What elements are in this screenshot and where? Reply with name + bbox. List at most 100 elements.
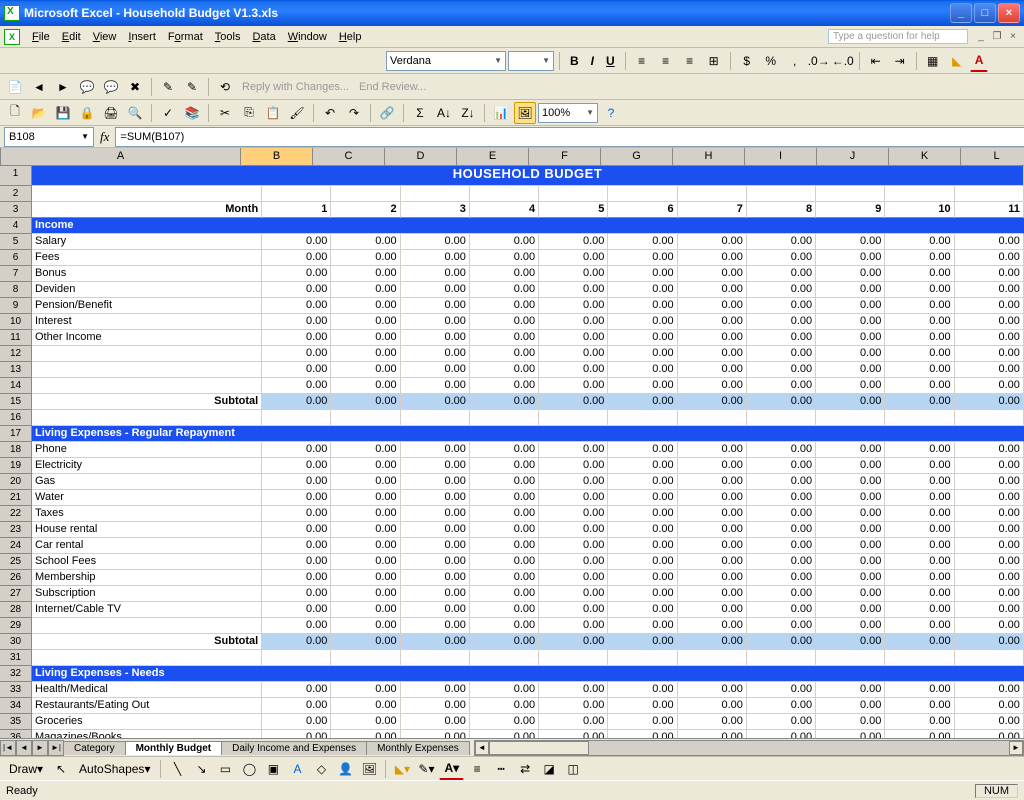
value-cell[interactable]: 0.00 bbox=[955, 586, 1024, 602]
italic-button[interactable]: I bbox=[586, 50, 599, 72]
column-header-K[interactable]: K bbox=[889, 148, 961, 166]
value-cell[interactable]: 0.00 bbox=[539, 682, 608, 698]
value-cell[interactable]: 0.00 bbox=[470, 378, 539, 394]
value-cell[interactable]: 0.00 bbox=[955, 506, 1024, 522]
value-cell[interactable]: 0.00 bbox=[955, 330, 1024, 346]
value-cell[interactable]: 0.00 bbox=[539, 522, 608, 538]
row-label[interactable]: School Fees bbox=[32, 554, 262, 570]
row-header[interactable]: 18 bbox=[0, 442, 32, 458]
subtotal-label[interactable]: Subtotal bbox=[32, 394, 262, 410]
delete-comment-button[interactable]: ✖ bbox=[124, 76, 146, 98]
subtotal-cell[interactable]: 0.00 bbox=[816, 634, 885, 650]
value-cell[interactable]: 0.00 bbox=[608, 714, 677, 730]
percent-button[interactable]: % bbox=[760, 50, 782, 72]
value-cell[interactable]: 0.00 bbox=[470, 586, 539, 602]
fill-color-draw-button[interactable]: ◣▾ bbox=[391, 758, 413, 780]
value-cell[interactable]: 0.00 bbox=[678, 458, 747, 474]
row-header[interactable]: 21 bbox=[0, 490, 32, 506]
value-cell[interactable]: 0.00 bbox=[955, 250, 1024, 266]
value-cell[interactable]: 0.00 bbox=[678, 570, 747, 586]
value-cell[interactable]: 0.00 bbox=[955, 714, 1024, 730]
value-cell[interactable]: 0.00 bbox=[262, 618, 331, 634]
row-header[interactable]: 8 bbox=[0, 282, 32, 298]
cell[interactable] bbox=[885, 650, 954, 666]
row-label[interactable]: Water bbox=[32, 490, 262, 506]
value-cell[interactable]: 0.00 bbox=[470, 538, 539, 554]
value-cell[interactable]: 0.00 bbox=[816, 538, 885, 554]
menu-file[interactable]: File bbox=[26, 29, 56, 45]
cell[interactable] bbox=[816, 650, 885, 666]
align-center-button[interactable]: ≡ bbox=[655, 50, 677, 72]
value-cell[interactable]: 0.00 bbox=[331, 346, 400, 362]
row-header[interactable]: 27 bbox=[0, 586, 32, 602]
fill-color-button[interactable]: ◣ bbox=[946, 50, 968, 72]
section-header[interactable]: Living Expenses - Regular Repayment bbox=[32, 426, 1024, 442]
value-cell[interactable]: 0.00 bbox=[816, 346, 885, 362]
value-cell[interactable]: 0.00 bbox=[678, 698, 747, 714]
value-cell[interactable]: 0.00 bbox=[608, 522, 677, 538]
doc-restore-button[interactable]: ❐ bbox=[990, 30, 1004, 44]
value-cell[interactable]: 0.00 bbox=[401, 474, 470, 490]
doc-minimize-button[interactable]: _ bbox=[974, 30, 988, 44]
value-cell[interactable]: 0.00 bbox=[262, 234, 331, 250]
value-cell[interactable]: 0.00 bbox=[331, 442, 400, 458]
value-cell[interactable]: 0.00 bbox=[470, 458, 539, 474]
chart-wizard-button[interactable]: 📊 bbox=[490, 102, 512, 124]
column-header-E[interactable]: E bbox=[457, 148, 529, 166]
value-cell[interactable]: 0.00 bbox=[885, 698, 954, 714]
value-cell[interactable]: 0.00 bbox=[678, 618, 747, 634]
show-comment-button[interactable]: 💬 bbox=[76, 76, 98, 98]
value-cell[interactable]: 0.00 bbox=[470, 474, 539, 490]
value-cell[interactable]: 0.00 bbox=[608, 602, 677, 618]
value-cell[interactable]: 0.00 bbox=[955, 522, 1024, 538]
increase-decimal-button[interactable]: .0→ bbox=[808, 50, 830, 72]
cell[interactable] bbox=[32, 410, 262, 426]
formula-bar[interactable]: =SUM(B107) bbox=[115, 127, 1024, 147]
cell[interactable] bbox=[608, 410, 677, 426]
value-cell[interactable]: 0.00 bbox=[331, 266, 400, 282]
row-label[interactable]: Magazines/Books bbox=[32, 730, 262, 738]
value-cell[interactable]: 0.00 bbox=[678, 346, 747, 362]
hyperlink-button[interactable]: 🔗 bbox=[376, 102, 398, 124]
value-cell[interactable]: 0.00 bbox=[747, 282, 816, 298]
bold-button[interactable]: B bbox=[565, 50, 584, 72]
next-comment-button[interactable]: ► bbox=[52, 76, 74, 98]
value-cell[interactable]: 0.00 bbox=[331, 234, 400, 250]
budget-title-cell[interactable]: HOUSEHOLD BUDGET bbox=[32, 166, 1024, 186]
value-cell[interactable]: 0.00 bbox=[331, 362, 400, 378]
value-cell[interactable]: 0.00 bbox=[608, 586, 677, 602]
row-header[interactable]: 16 bbox=[0, 410, 32, 426]
row-label[interactable]: Restaurants/Eating Out bbox=[32, 698, 262, 714]
column-header-J[interactable]: J bbox=[817, 148, 889, 166]
value-cell[interactable]: 0.00 bbox=[470, 250, 539, 266]
value-cell[interactable]: 0.00 bbox=[816, 586, 885, 602]
font-color-draw-button[interactable]: A▾ bbox=[439, 758, 464, 780]
comma-button[interactable]: , bbox=[784, 50, 806, 72]
value-cell[interactable]: 0.00 bbox=[331, 282, 400, 298]
row-label[interactable] bbox=[32, 362, 262, 378]
menu-help[interactable]: Help bbox=[333, 29, 368, 45]
value-cell[interactable]: 0.00 bbox=[816, 522, 885, 538]
value-cell[interactable]: 0.00 bbox=[470, 362, 539, 378]
value-cell[interactable]: 0.00 bbox=[331, 506, 400, 522]
value-cell[interactable]: 0.00 bbox=[331, 554, 400, 570]
tab-next-button[interactable]: ► bbox=[32, 740, 48, 756]
value-cell[interactable]: 0.00 bbox=[401, 538, 470, 554]
cell[interactable] bbox=[885, 186, 954, 202]
cell[interactable] bbox=[32, 186, 262, 202]
paste-button[interactable]: 📋 bbox=[262, 102, 284, 124]
column-header-D[interactable]: D bbox=[385, 148, 457, 166]
prev-comment-button[interactable]: ◄ bbox=[28, 76, 50, 98]
value-cell[interactable]: 0.00 bbox=[885, 298, 954, 314]
value-cell[interactable]: 0.00 bbox=[747, 474, 816, 490]
value-cell[interactable]: 0.00 bbox=[816, 730, 885, 738]
value-cell[interactable]: 0.00 bbox=[816, 490, 885, 506]
cell[interactable] bbox=[955, 410, 1024, 426]
menu-view[interactable]: View bbox=[87, 29, 123, 45]
value-cell[interactable]: 0.00 bbox=[955, 490, 1024, 506]
value-cell[interactable]: 0.00 bbox=[539, 442, 608, 458]
value-cell[interactable]: 0.00 bbox=[331, 378, 400, 394]
font-selector[interactable]: Verdana▼ bbox=[386, 51, 506, 71]
value-cell[interactable]: 0.00 bbox=[885, 506, 954, 522]
month-header[interactable]: 7 bbox=[678, 202, 747, 218]
